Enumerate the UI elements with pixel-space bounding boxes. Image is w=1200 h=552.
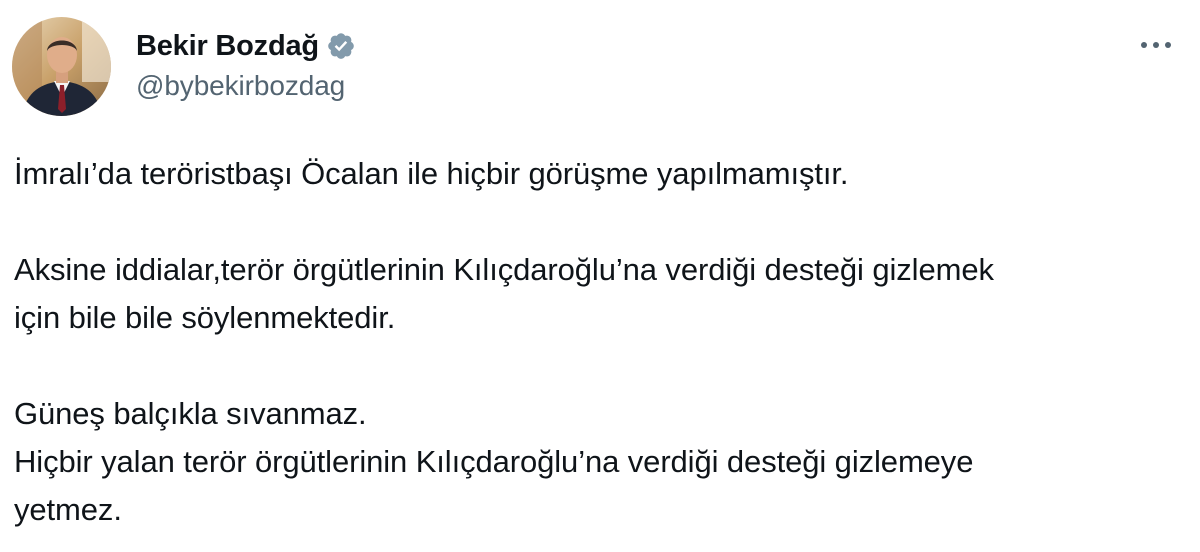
- author-handle[interactable]: @bybekirbozdag: [136, 70, 345, 102]
- author-name-row: Bekir Bozdağ: [136, 26, 356, 66]
- tweet-line: yetmez.: [14, 492, 122, 527]
- more-options-button[interactable]: [1136, 30, 1176, 60]
- tweet-line: İmralı’da teröristbaşı Öcalan ile hiçbir…: [14, 156, 849, 191]
- profile-photo: [12, 17, 111, 116]
- tweet-line: Aksine iddialar,terör örgütlerinin Kılıç…: [14, 252, 994, 287]
- verified-badge-icon: [326, 31, 356, 61]
- author-display-name[interactable]: Bekir Bozdağ: [136, 30, 319, 63]
- more-horizontal-icon: [1141, 42, 1171, 48]
- tweet-card: Bekir Bozdağ @bybekirbozdag İmralı’da te…: [0, 0, 1200, 552]
- tweet-line: Güneş balçıkla sıvanmaz.: [14, 396, 367, 431]
- tweet-line: için bile bile söylenmektedir.: [14, 300, 396, 335]
- tweet-text: İmralı’da teröristbaşı Öcalan ile hiçbir…: [14, 150, 1184, 534]
- author-avatar[interactable]: [12, 17, 111, 116]
- tweet-line: Hiçbir yalan terör örgütlerinin Kılıçdar…: [14, 444, 974, 479]
